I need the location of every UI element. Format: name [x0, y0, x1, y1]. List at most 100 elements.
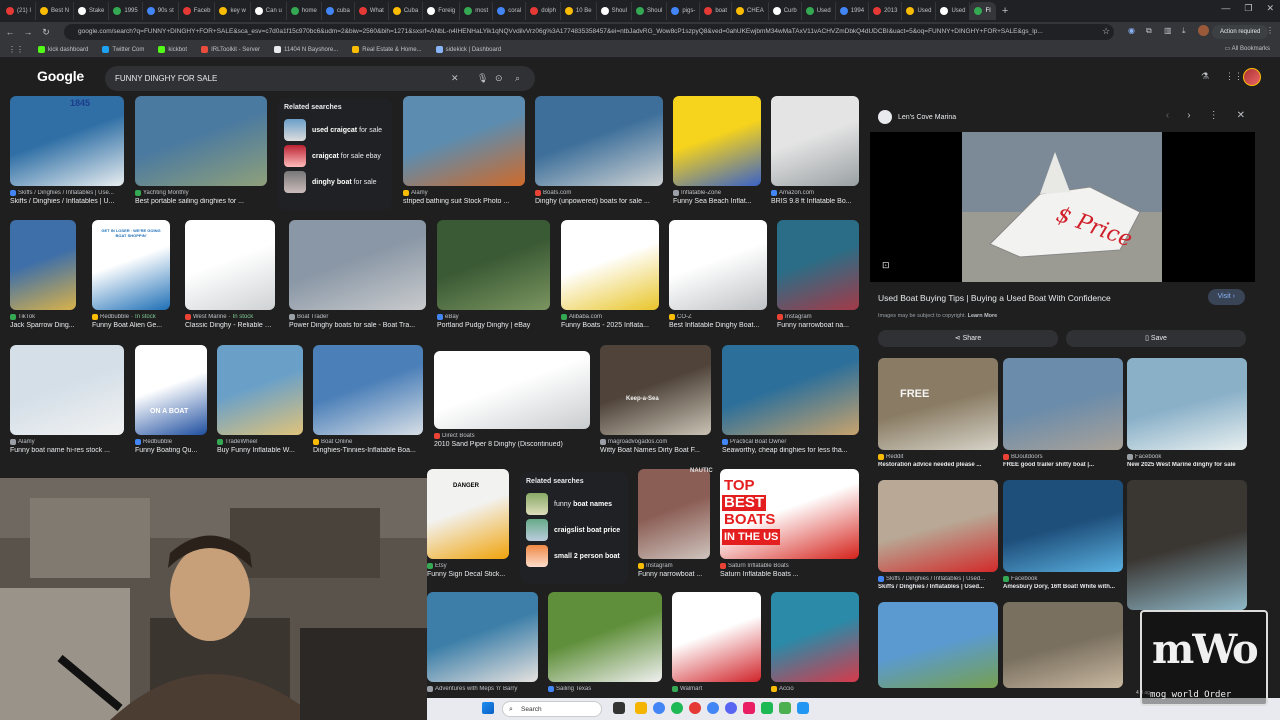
- result-thumbnail[interactable]: [135, 96, 267, 186]
- search-icon[interactable]: ⌕: [515, 66, 520, 91]
- result-title[interactable]: 2010 Sand Piper 8 Dinghy (Discontinued): [434, 441, 590, 448]
- result-title[interactable]: Amesbury Dory, 16ft Boat! White with...: [1003, 584, 1123, 590]
- browser-tab[interactable]: 10 Be: [561, 2, 597, 20]
- result-thumbnail[interactable]: [289, 220, 426, 310]
- browser-tab[interactable]: What: [355, 2, 389, 20]
- app-icon-2[interactable]: [761, 702, 773, 714]
- result-title[interactable]: Skiffs / Dinghies / Inflatables | U...: [10, 198, 124, 205]
- result-source[interactable]: Direct Boats: [434, 433, 590, 439]
- close-icon[interactable]: ✕: [1237, 110, 1245, 121]
- extensions-puzzle-icon[interactable]: ⧉: [1146, 26, 1152, 36]
- browser-tab[interactable]: home: [287, 2, 322, 20]
- result-source[interactable]: Skiffs / Dinghies / Inflatables | Used..…: [878, 576, 998, 582]
- result-source[interactable]: Adventures with Meps 'n' Barry: [427, 686, 538, 692]
- image-result[interactable]: Alamy striped bathing suit Stock Photo ..…: [403, 96, 525, 205]
- apps-grid-icon[interactable]: ⋮⋮: [1225, 71, 1243, 82]
- avatar[interactable]: [1243, 68, 1261, 86]
- apps-icon[interactable]: ⋮⋮: [8, 45, 24, 54]
- result-source[interactable]: BDoutdoors: [1003, 454, 1123, 460]
- result-title[interactable]: Funny narrowboat na...: [777, 322, 859, 329]
- next-icon[interactable]: ›: [1187, 110, 1190, 121]
- image-result[interactable]: TradeWheel Buy Funny Inflatable W...: [217, 345, 303, 454]
- image-result[interactable]: TikTok Jack Sparrow Ding...: [10, 220, 76, 329]
- image-result[interactable]: Boat Trader Power Dinghy boats for sale -…: [289, 220, 426, 329]
- related-image-result[interactable]: Skiffs / Dinghies / Inflatables | Used..…: [878, 480, 998, 590]
- forward-icon[interactable]: →: [20, 27, 36, 37]
- bookmark-star-icon[interactable]: ☆: [1102, 26, 1110, 37]
- result-title[interactable]: New 2025 West Marine dinghy for sale: [1127, 462, 1247, 468]
- result-title[interactable]: Funny Boat Alien Ge...: [92, 322, 170, 329]
- related-image-result[interactable]: Facebook Amesbury Dory, 16ft Boat! White …: [1003, 480, 1123, 590]
- related-thumbnail[interactable]: [1127, 480, 1247, 610]
- browser-tab[interactable]: Stake: [74, 2, 110, 20]
- result-thumbnail[interactable]: [638, 469, 710, 559]
- labs-icon[interactable]: ⚗: [1201, 71, 1209, 82]
- image-result[interactable]: West Marine · In stock Classic Dinghy - R…: [185, 220, 275, 329]
- result-source[interactable]: Redbubble · In stock: [92, 314, 170, 320]
- result-source[interactable]: Saturn Inflatable Boats: [720, 563, 859, 569]
- browser-tab[interactable]: coral: [493, 2, 527, 20]
- bookmark-item[interactable]: kickbot: [158, 46, 187, 53]
- image-result[interactable]: Direct Boats 2010 Sand Piper 8 Dinghy (Di…: [434, 351, 590, 448]
- result-thumbnail[interactable]: [771, 96, 859, 186]
- result-thumbnail[interactable]: [669, 220, 767, 310]
- sidepanel-icon[interactable]: ▥: [1164, 26, 1172, 35]
- result-thumbnail[interactable]: [548, 592, 662, 682]
- app-icon[interactable]: [743, 702, 755, 714]
- image-result[interactable]: CO-Z Best Inflatable Dinghy Boat...: [669, 220, 767, 329]
- browser-tab[interactable]: 2013: [869, 2, 903, 20]
- result-source[interactable]: West Marine · In stock: [185, 314, 275, 320]
- result-title[interactable]: Power Dinghy boats for sale - Boat Tra..…: [289, 322, 426, 329]
- image-result[interactable]: Amazon.com BRIS 9.8 ft Inflatable Bo...: [771, 96, 859, 205]
- image-result[interactable]: Boats.com Dinghy (unpowered) boats for sa…: [535, 96, 663, 205]
- back-icon[interactable]: ←: [2, 27, 18, 37]
- bookmark-item[interactable]: Real Estate & Home...: [352, 46, 422, 53]
- result-source[interactable]: Reddit: [878, 454, 998, 460]
- profile-avatar[interactable]: [1198, 25, 1209, 36]
- preview-source[interactable]: Len's Cove Marina: [878, 110, 956, 124]
- google-logo[interactable]: Google: [37, 68, 84, 84]
- downloads-icon[interactable]: ⤓: [1182, 26, 1186, 36]
- all-bookmarks-button[interactable]: ▭ All Bookmarks: [1225, 45, 1270, 52]
- browser-tab[interactable]: pigs-: [667, 2, 701, 20]
- related-image-result[interactable]: BDoutdoors FREE good trailer shitty boat …: [1003, 358, 1123, 468]
- result-title[interactable]: Saturn Inflatable Boats ...: [720, 571, 859, 578]
- learn-more-link[interactable]: Learn More: [968, 313, 998, 319]
- result-source[interactable]: Redbubble: [135, 439, 207, 445]
- result-thumbnail[interactable]: [10, 96, 124, 186]
- result-source[interactable]: Boat Trader: [289, 314, 426, 320]
- browser-tab[interactable]: most: [460, 2, 494, 20]
- related-thumbnail[interactable]: [1127, 358, 1247, 450]
- result-thumbnail[interactable]: [535, 96, 663, 186]
- result-thumbnail[interactable]: [672, 592, 761, 682]
- related-search-item[interactable]: funny boat names: [526, 491, 622, 517]
- related-thumbnail[interactable]: [878, 480, 998, 572]
- image-result[interactable]: Boat Online Dinghies-Tinnies-Inflatable B…: [313, 345, 423, 454]
- browser-tab[interactable]: (21) I: [2, 2, 37, 20]
- result-title[interactable]: Funny boat name hi-res stock ...: [10, 447, 124, 454]
- result-title[interactable]: Jack Sparrow Ding...: [10, 322, 76, 329]
- result-title[interactable]: Funny narrowboat ...: [638, 571, 710, 578]
- new-tab-button[interactable]: +: [1002, 5, 1008, 17]
- result-source[interactable]: Alibaba.com: [561, 314, 659, 320]
- result-source[interactable]: eBay: [437, 314, 550, 320]
- image-result[interactable]: Sailing Texas: [548, 592, 662, 692]
- result-title[interactable]: Buy Funny Inflatable W...: [217, 447, 303, 454]
- result-source[interactable]: TikTok: [10, 314, 76, 320]
- result-title[interactable]: Best portable sailing dinghies for ...: [135, 198, 267, 205]
- image-result[interactable]: Inflatable-Zone Funny Sea Beach Inflat...: [673, 96, 761, 205]
- result-source[interactable]: Boats.com: [535, 190, 663, 196]
- result-title[interactable]: Seaworthy, cheap dinghies for less tha..…: [722, 447, 859, 454]
- image-result[interactable]: Instagram Funny narrowboat ...: [638, 469, 710, 578]
- related-image-result[interactable]: [1127, 480, 1247, 610]
- image-result[interactable]: Adventures with Meps 'n' Barry: [427, 592, 538, 692]
- result-thumbnail[interactable]: [434, 351, 590, 429]
- image-result[interactable]: Yachting Monthly Best portable sailing di…: [135, 96, 267, 205]
- related-thumbnail[interactable]: [878, 358, 998, 450]
- related-thumbnail[interactable]: [1003, 358, 1123, 450]
- browser-tab[interactable]: key w: [215, 2, 251, 20]
- prev-icon[interactable]: ‹: [1166, 110, 1169, 121]
- image-result[interactable]: Practical Boat Owner Seaworthy, cheap din…: [722, 345, 859, 454]
- related-image-result[interactable]: Facebook New 2025 West Marine dinghy for …: [1127, 358, 1247, 468]
- browser-tab[interactable]: 90s st: [143, 2, 179, 20]
